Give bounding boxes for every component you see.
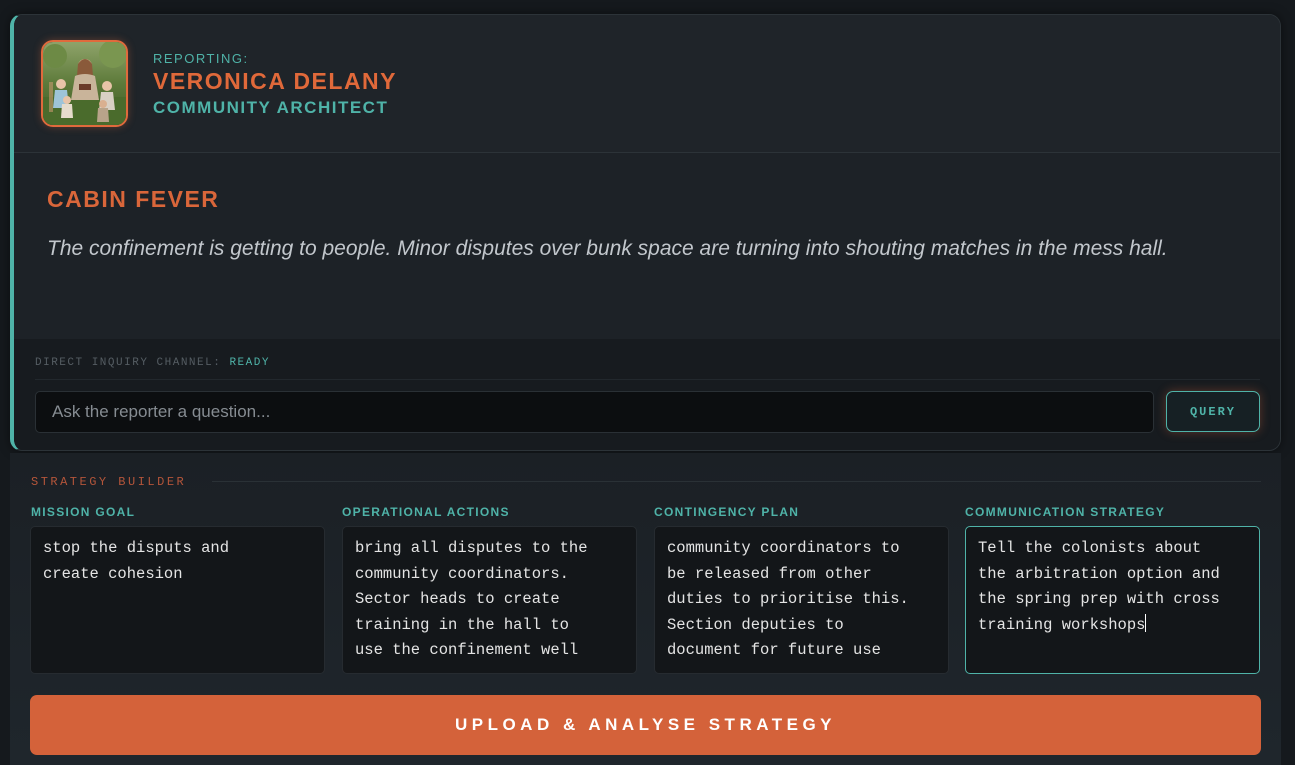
- communication-strategy-field[interactable]: Tell the colonists about the arbitration…: [965, 526, 1260, 674]
- inquiry-panel: DIRECT INQUIRY CHANNEL: READY QUERY: [14, 339, 1280, 450]
- mission-goal-label: MISSION GOAL: [31, 505, 136, 519]
- inquiry-divider: [35, 379, 1260, 380]
- communication-strategy-text: Tell the colonists about the arbitration…: [978, 539, 1220, 634]
- communication-strategy-label: COMMUNICATION STRATEGY: [965, 505, 1166, 519]
- reporter-portrait-icon: [43, 42, 126, 125]
- incident-description: The confinement is getting to people. Mi…: [47, 237, 1168, 260]
- reporter-header: REPORTING: VERONICA DELANY COMMUNITY ARC…: [14, 15, 1280, 153]
- reporter-role: COMMUNITY ARCHITECT: [153, 98, 389, 117]
- strategy-builder-label: STRATEGY BUILDER: [31, 475, 187, 489]
- strategy-builder: STRATEGY BUILDER MISSION GOAL stop the d…: [10, 453, 1281, 765]
- report-card: REPORTING: VERONICA DELANY COMMUNITY ARC…: [10, 14, 1281, 451]
- reporter-name: VERONICA DELANY: [153, 68, 397, 94]
- operational-actions-label: OPERATIONAL ACTIONS: [342, 505, 510, 519]
- inquiry-channel-status: DIRECT INQUIRY CHANNEL: READY: [35, 357, 270, 369]
- query-button[interactable]: QUERY: [1166, 391, 1260, 432]
- reporter-avatar: [41, 40, 128, 127]
- contingency-plan-field[interactable]: community coordinators to be released fr…: [654, 526, 949, 674]
- inquiry-status-value: READY: [229, 357, 270, 369]
- contingency-plan-label: CONTINGENCY PLAN: [654, 505, 800, 519]
- mission-goal-field[interactable]: stop the disputs and create cohesion: [30, 526, 325, 674]
- operational-actions-field[interactable]: bring all disputes to the community coor…: [342, 526, 637, 674]
- inquiry-input[interactable]: [35, 391, 1154, 433]
- incident-title: CABIN FEVER: [47, 186, 220, 212]
- reporting-label: REPORTING:: [153, 51, 249, 66]
- upload-analyse-strategy-button[interactable]: UPLOAD & ANALYSE STRATEGY: [30, 695, 1261, 755]
- inquiry-channel-label: DIRECT INQUIRY CHANNEL:: [35, 357, 222, 369]
- strategy-divider: [212, 481, 1261, 482]
- text-caret: [1145, 613, 1147, 632]
